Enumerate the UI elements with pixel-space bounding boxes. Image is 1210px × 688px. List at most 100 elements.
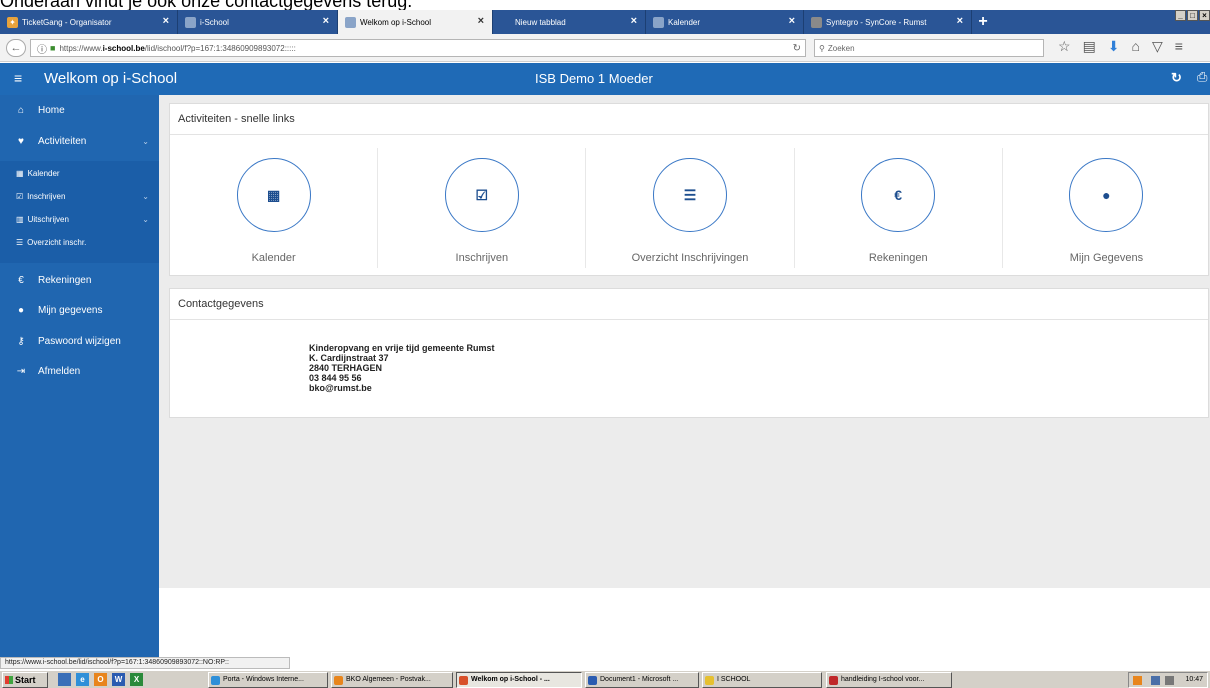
sidebar: ⌂ Home ♥ Activiteiten ⌄ ▦ Kalender ☑ Ins… — [0, 95, 159, 657]
taskbar-item[interactable]: I SCHOOL — [702, 672, 822, 688]
submenu-item-kalender[interactable]: ▦ Kalender — [0, 163, 159, 183]
tab-title: i-School — [200, 17, 229, 27]
sidebar-item-label: Mijn gegevens — [38, 304, 103, 316]
sidebar-item-label: Afmelden — [38, 365, 81, 377]
browser-tab[interactable]: Syntegro - SynCore - Rumst × — [804, 10, 972, 34]
close-window-icon[interactable]: × — [1199, 10, 1210, 21]
close-tab-icon[interactable]: × — [957, 15, 963, 27]
outlook-tray-icon[interactable] — [1133, 676, 1142, 685]
outlook-icon[interactable]: O — [94, 673, 107, 686]
user-name: ISB Demo 1 Moeder — [535, 71, 653, 86]
new-tab-button[interactable]: + — [972, 10, 994, 34]
start-button[interactable]: Start — [2, 672, 48, 688]
tile-overzicht-inschrijvingen[interactable]: ☰ Overzicht Inschrijvingen — [586, 148, 795, 268]
excel-icon[interactable]: X — [130, 673, 143, 686]
refresh-icon[interactable]: ↻ — [1171, 70, 1182, 86]
tile-kalender[interactable]: ▦ Kalender — [170, 148, 379, 268]
close-tab-icon[interactable]: × — [789, 15, 795, 27]
heart-icon: ♥ — [18, 135, 24, 147]
submenu-item-overzicht[interactable]: ☰ Overzicht inschr. — [0, 232, 159, 252]
tile-label: Inschrijven — [455, 252, 509, 264]
taskbar-item-active[interactable]: Welkom op i-School - ... — [456, 672, 582, 688]
browser-tab[interactable]: Nieuw tabblad × — [493, 10, 646, 34]
user-icon[interactable]: ● — [1069, 158, 1144, 232]
sidebar-item-paswoord[interactable]: ⚷ Paswoord wijzigen — [0, 327, 159, 355]
menu-icon[interactable]: ≡ — [1175, 38, 1183, 55]
euro-icon: € — [18, 274, 24, 286]
checkbox-icon: ☑ — [16, 191, 24, 201]
browser-tab[interactable]: ✦ TicketGang - Organisator × — [0, 10, 178, 34]
browser-tab-active[interactable]: Welkom op i-School × — [338, 10, 493, 34]
back-button[interactable]: ← — [6, 39, 26, 57]
trash-icon: ▥ — [16, 214, 24, 224]
ordered-list-icon[interactable]: ☰ — [653, 158, 727, 232]
word-icon[interactable]: W — [112, 673, 125, 686]
download-icon[interactable]: ⬇ — [1108, 38, 1120, 55]
url-path: /lid/ischool/f?p=167:1:34860909893072:::… — [144, 43, 296, 53]
show-desktop-icon[interactable] — [58, 673, 71, 686]
home-icon: ⌂ — [17, 104, 25, 116]
browser-toolbar-icons: ☆ ▤ ⬇ ⌂ ▽ ≡ — [1058, 38, 1183, 55]
submenu-item-inschrijven[interactable]: ☑ Inschrijven ⌄ — [0, 186, 159, 206]
minimize-icon[interactable]: _ — [1175, 10, 1186, 21]
taskbar-item[interactable]: BKO Algemeen - Postvak... — [331, 672, 453, 688]
tile-label: Mijn Gegevens — [1069, 252, 1144, 264]
start-label: Start — [15, 675, 36, 685]
home-icon[interactable]: ⌂ — [1132, 38, 1140, 55]
calendar-icon[interactable]: ▦ — [236, 158, 311, 232]
bookmark-star-icon[interactable]: ☆ — [1058, 38, 1071, 55]
search-input[interactable]: ⚲ Zoeken — [814, 39, 1044, 57]
checkbox-icon[interactable]: ☑ — [444, 158, 519, 232]
folder-icon — [705, 676, 714, 685]
taskbar-item[interactable]: Document1 - Microsoft ... — [585, 672, 699, 688]
taskbar-item-label: BKO Algemeen - Postvak... — [346, 676, 431, 683]
hamburger-menu-icon[interactable]: ≡ — [14, 70, 22, 86]
sidebar-item-afmelden[interactable]: ⇥ Afmelden — [0, 357, 159, 385]
close-tab-icon[interactable]: × — [163, 15, 169, 27]
tab-title: Nieuw tabblad — [515, 17, 566, 27]
sidebar-item-activiteiten[interactable]: ♥ Activiteiten ⌄ — [0, 127, 159, 155]
browser-tab[interactable]: Kalender × — [646, 10, 804, 34]
maximize-icon[interactable]: □ — [1187, 10, 1198, 21]
ie-icon — [211, 676, 220, 685]
syntegro-favicon-icon — [811, 17, 822, 28]
print-icon[interactable]: ⎙ — [1197, 69, 1207, 85]
address-bar[interactable]: ⓘ ■ https://www. i-school.be /lid/ischoo… — [30, 39, 806, 57]
sidebar-item-rekeningen[interactable]: € Rekeningen — [0, 266, 159, 294]
network-icon[interactable] — [1151, 676, 1160, 685]
taskbar-item[interactable]: handleiding I-school voor... — [826, 672, 952, 688]
sidebar-item-home[interactable]: ⌂ Home — [0, 96, 159, 124]
pdf-icon — [829, 676, 838, 685]
browser-status-url: https://www.i-school.be/lid/ischool/f?p=… — [0, 657, 290, 669]
taskbar-item[interactable]: Porta - Windows Interne... — [208, 672, 328, 688]
submenu-item-uitschrijven[interactable]: ▥ Uitschrijven ⌄ — [0, 209, 159, 229]
contact-card: Contactgegevens Kinderopvang en vrije ti… — [169, 288, 1209, 418]
tile-label: Overzicht Inschrijvingen — [631, 252, 749, 264]
taskbar-item-label: I SCHOOL — [717, 676, 751, 683]
sidebar-item-mijn-gegevens[interactable]: ● Mijn gegevens — [0, 296, 159, 324]
close-tab-icon[interactable]: × — [323, 15, 329, 27]
logout-icon: ⇥ — [16, 365, 26, 377]
close-tab-icon[interactable]: × — [478, 15, 484, 27]
close-tab-icon[interactable]: × — [631, 15, 637, 27]
tile-rekeningen[interactable]: € Rekeningen — [795, 148, 1003, 268]
ie-icon[interactable]: e — [76, 673, 89, 686]
info-icon[interactable]: ⓘ — [37, 41, 47, 56]
tile-mijn-gegevens[interactable]: ● Mijn Gegevens — [1003, 148, 1210, 268]
tile-inschrijven[interactable]: ☑ Inschrijven — [378, 148, 587, 268]
pocket-icon[interactable]: ▽ — [1152, 38, 1163, 55]
euro-icon[interactable]: € — [861, 158, 936, 232]
system-tray: 10:47 — [1128, 672, 1208, 688]
browser-tab[interactable]: i-School × — [178, 10, 338, 34]
volume-icon[interactable] — [1165, 676, 1174, 685]
windows-logo-icon — [5, 676, 13, 684]
activiteiten-submenu: ▦ Kalender ☑ Inschrijven ⌄ ▥ Uitschrijve… — [0, 161, 159, 263]
search-placeholder: Zoeken — [827, 43, 855, 53]
url-domain: i-school.be — [102, 43, 145, 53]
bookmarks-list-icon[interactable]: ▤ — [1083, 38, 1096, 55]
reload-icon[interactable]: ↻ — [793, 43, 801, 54]
tile-label: Kalender — [251, 252, 296, 264]
contact-details: Kinderopvang en vrije tijd gemeente Rums… — [309, 343, 495, 393]
tab-title: TicketGang - Organisator — [22, 17, 112, 27]
sidebar-item-label: Paswoord wijzigen — [38, 335, 121, 347]
